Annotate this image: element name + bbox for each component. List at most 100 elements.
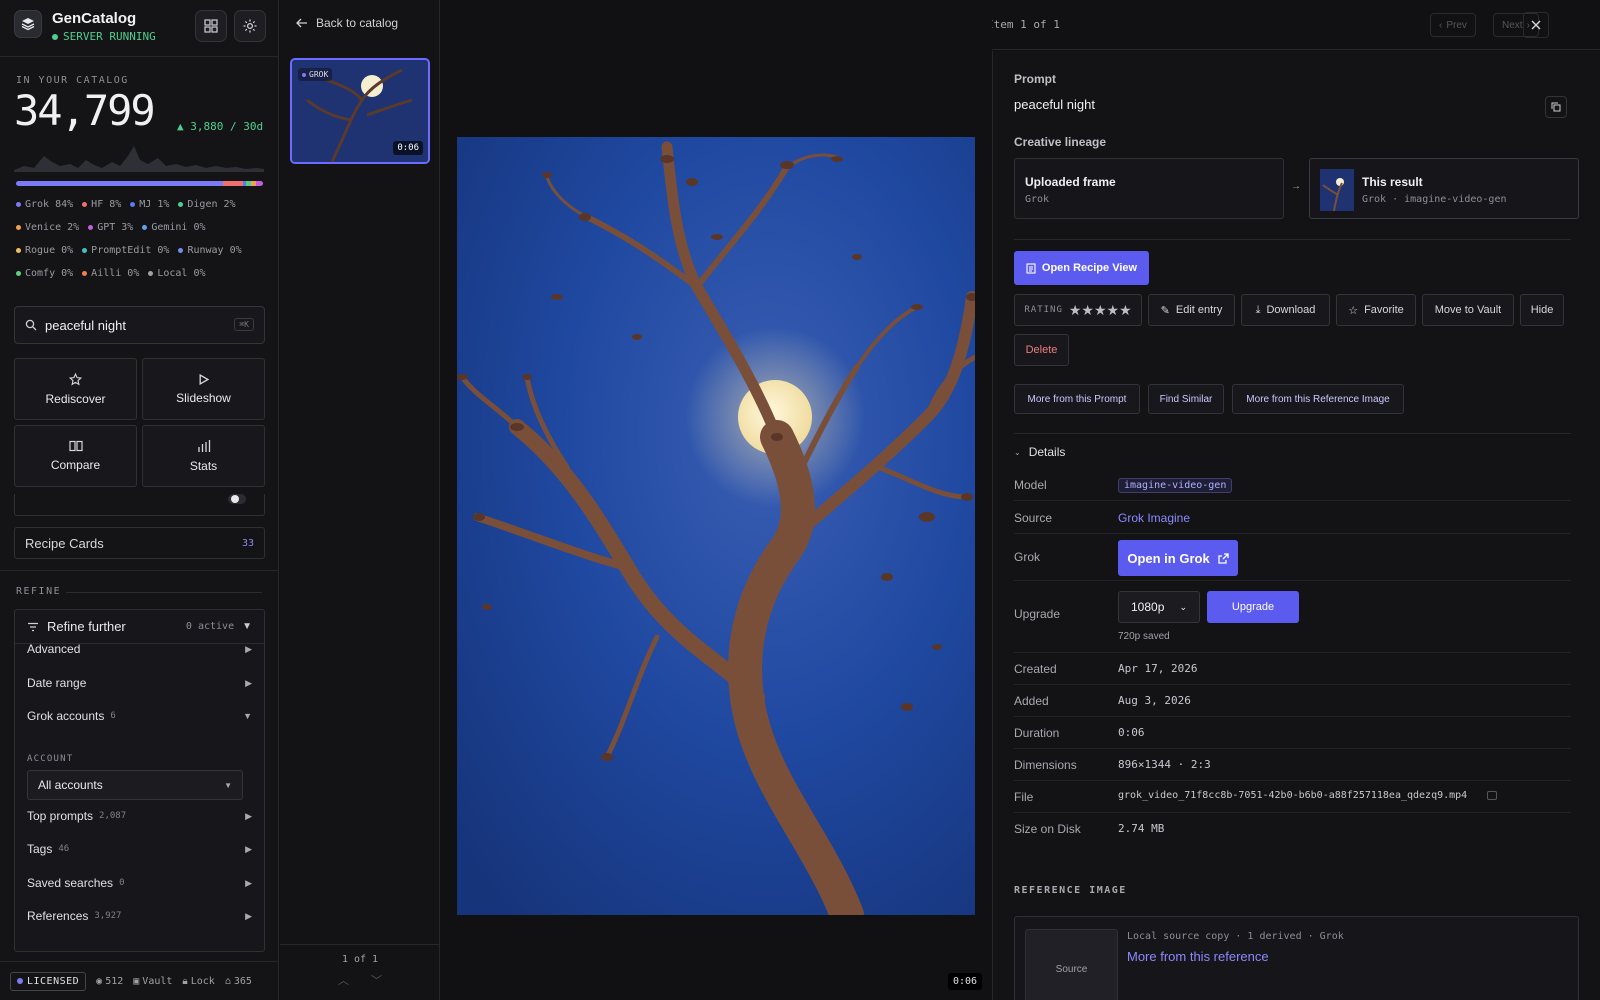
chevron-down-icon: ⌄ bbox=[1179, 601, 1187, 612]
refine-references[interactable]: References 3,927 ▶ bbox=[27, 906, 252, 926]
thumbnail-item[interactable]: GROK 0:06 bbox=[290, 58, 430, 164]
delete-button[interactable]: Delete bbox=[1014, 334, 1069, 366]
more-from-reference-link[interactable]: More from this reference bbox=[1127, 949, 1269, 964]
slideshow-button[interactable]: Slideshow bbox=[142, 358, 265, 420]
lineage-source-card[interactable]: Uploaded frame Grok bbox=[1014, 158, 1284, 219]
legend-dot bbox=[16, 247, 21, 253]
badge-dot bbox=[302, 72, 306, 77]
refine-tags[interactable]: Tags 46 ▶ bbox=[27, 839, 252, 859]
legend-dot bbox=[130, 201, 136, 207]
upgrade-key: Upgrade bbox=[1014, 607, 1061, 621]
legend-item[interactable]: Rogue 0% bbox=[16, 243, 73, 257]
chevron-up-icon[interactable]: ︿ bbox=[338, 972, 349, 988]
reference-source-thumbnail[interactable]: Source bbox=[1025, 929, 1118, 1000]
legend-item[interactable]: HF 8% bbox=[82, 197, 121, 211]
search-icon bbox=[25, 319, 37, 331]
source-share-bar bbox=[16, 181, 263, 186]
compare-label: Compare bbox=[50, 458, 101, 472]
grid-view-button[interactable] bbox=[195, 10, 227, 42]
lock-button[interactable]: 🔒︎ Lock bbox=[182, 976, 214, 987]
hide-button[interactable]: Hide bbox=[1520, 294, 1564, 326]
refine-advanced[interactable]: Advanced ▶ bbox=[27, 639, 252, 659]
back-to-catalog-link[interactable]: Back to catalog bbox=[296, 16, 398, 30]
account-select[interactable]: All accounts ▼ bbox=[27, 770, 243, 800]
move-to-vault-button[interactable]: Move to Vault bbox=[1422, 294, 1514, 326]
refine-date-range[interactable]: Date range ▶ bbox=[27, 673, 252, 693]
main-image[interactable] bbox=[457, 137, 975, 915]
refine-section-label: REFINE bbox=[16, 586, 62, 597]
legend-item[interactable]: GPT 3% bbox=[88, 220, 133, 234]
more-from-reference-label: More from this Reference Image bbox=[1246, 393, 1390, 405]
prev-button[interactable]: ‹ Prev bbox=[1430, 13, 1476, 37]
legend-label: Gemini 0% bbox=[151, 221, 206, 233]
open-recipe-view-label: Open Recipe View bbox=[1041, 262, 1138, 274]
upgrade-button[interactable]: Upgrade bbox=[1207, 591, 1299, 623]
refine-saved-searches[interactable]: Saved searches 0 ▶ bbox=[27, 873, 252, 893]
edit-entry-button[interactable]: ✎ Edit entry bbox=[1148, 294, 1235, 326]
file-value: grok_video_71f8cc8b-7051-42b0-b6b0-a88f2… bbox=[1118, 790, 1468, 801]
find-similar-label: Find Similar bbox=[1159, 393, 1213, 405]
legend-item[interactable]: Runway 0% bbox=[178, 243, 242, 257]
lineage-result-card[interactable]: This result Grok · imagine-video-gen bbox=[1309, 158, 1579, 219]
views-value: 512 bbox=[105, 975, 124, 987]
open-recipe-view-button[interactable]: Open Recipe View bbox=[1014, 251, 1149, 285]
file-key: File bbox=[1014, 790, 1034, 804]
legend-item[interactable]: Ailli 0% bbox=[82, 266, 139, 280]
download-button[interactable]: ⤓ Download bbox=[1241, 294, 1330, 326]
stats-button[interactable]: Stats bbox=[142, 425, 265, 487]
tags-label: Tags bbox=[27, 842, 53, 856]
detail-row-upgrade: Upgrade 1080p ⌄ Upgrade 720p saved bbox=[1014, 581, 1571, 653]
model-tag[interactable]: imagine-video-gen bbox=[1118, 478, 1233, 493]
toggle-switch[interactable] bbox=[228, 494, 246, 504]
open-in-grok-button[interactable]: Open in Grok bbox=[1118, 540, 1238, 576]
favorite-button[interactable]: ☆ Favorite bbox=[1336, 294, 1416, 326]
find-similar-button[interactable]: Find Similar bbox=[1148, 384, 1224, 414]
account-value: All accounts bbox=[38, 778, 103, 792]
vault-link[interactable]: ▣ Vault bbox=[133, 976, 172, 987]
search-input[interactable] bbox=[45, 317, 215, 333]
close-button[interactable] bbox=[1523, 12, 1549, 38]
legend-item[interactable]: Gemini 0% bbox=[142, 220, 206, 234]
copy-prompt-button[interactable] bbox=[1545, 96, 1567, 118]
legend-item[interactable]: Venice 2% bbox=[16, 220, 79, 234]
refine-top-prompts[interactable]: Top prompts 2,087 ▶ bbox=[27, 806, 252, 826]
rediscover-button[interactable]: Rediscover bbox=[14, 358, 137, 420]
source-key: Source bbox=[1014, 511, 1053, 525]
more-from-prompt-button[interactable]: More from this Prompt bbox=[1014, 384, 1140, 414]
legend-dot bbox=[148, 270, 154, 276]
details-toggle[interactable]: ⌄ Details bbox=[1014, 445, 1065, 459]
toggle-knob bbox=[231, 495, 239, 503]
legend-item[interactable]: MJ 1% bbox=[130, 197, 169, 211]
reference-image-card: Source Local source copy · 1 derived · G… bbox=[1014, 916, 1579, 1000]
legend-item[interactable]: Comfy 0% bbox=[16, 266, 73, 280]
refine-grok-accounts[interactable]: Grok accounts 6 ▼ bbox=[27, 706, 252, 726]
license-badge[interactable]: LICENSED bbox=[10, 971, 87, 991]
legend-dot bbox=[16, 270, 21, 276]
share-segment bbox=[255, 181, 263, 186]
chevron-down-icon: ⌄ bbox=[1014, 447, 1021, 457]
more-from-reference-button[interactable]: More from this Reference Image bbox=[1232, 384, 1404, 414]
favorite-label: Favorite bbox=[1364, 304, 1404, 316]
vault-label: Vault bbox=[142, 975, 173, 987]
retention-value: 365 bbox=[233, 975, 252, 987]
legend-item[interactable]: Local 0% bbox=[148, 266, 206, 280]
rating-label: RATING bbox=[1024, 305, 1063, 315]
legend-item[interactable]: Digen 2% bbox=[178, 197, 236, 211]
rating-control[interactable]: RATING ★★★★★ bbox=[1014, 294, 1142, 326]
resolution-select[interactable]: 1080p ⌄ bbox=[1118, 591, 1200, 623]
chevron-down-icon[interactable]: ﹀ bbox=[371, 972, 382, 988]
legend-label: Comfy 0% bbox=[25, 267, 74, 279]
rating-stars[interactable]: ★★★★★ bbox=[1069, 302, 1132, 319]
compare-button[interactable]: Compare bbox=[14, 425, 137, 487]
rediscover-label: Rediscover bbox=[45, 391, 106, 406]
source-link[interactable]: Grok Imagine bbox=[1118, 511, 1190, 525]
settings-button[interactable] bbox=[234, 10, 266, 42]
legend-item[interactable]: PromptEdit 0% bbox=[82, 243, 169, 257]
chevron-down-icon: ▼ bbox=[242, 621, 252, 632]
search-box[interactable]: ⌘K bbox=[14, 306, 265, 344]
recipe-cards-item[interactable]: Recipe Cards 33 bbox=[14, 527, 265, 559]
vault-icon: ▣ bbox=[133, 975, 140, 987]
reveal-file-icon[interactable] bbox=[1487, 791, 1497, 800]
legend-label: Digen 2% bbox=[187, 198, 236, 210]
legend-item[interactable]: Grok 84% bbox=[16, 197, 73, 211]
